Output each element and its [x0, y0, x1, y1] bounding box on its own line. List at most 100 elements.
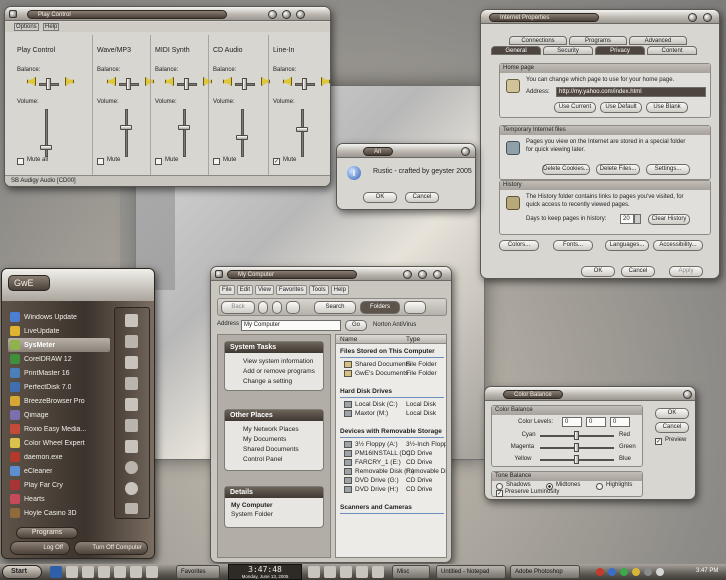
- balance-knob[interactable]: [242, 78, 247, 90]
- maximize-button[interactable]: [282, 10, 291, 19]
- tray-app-icon[interactable]: [340, 566, 352, 578]
- fonts-button[interactable]: Fonts...: [553, 240, 593, 251]
- network-places-link[interactable]: My Network Places: [243, 426, 299, 433]
- start-menu-item[interactable]: eCleaner: [8, 464, 110, 478]
- mute-checkbox[interactable]: [17, 158, 24, 165]
- ok-button[interactable]: OK: [363, 192, 397, 203]
- color-slider-knob[interactable]: [574, 455, 579, 464]
- music-icon[interactable]: [125, 356, 138, 369]
- forward-button[interactable]: [272, 301, 282, 314]
- menu-edit[interactable]: Edit: [236, 285, 254, 295]
- cancel-button[interactable]: Cancel: [621, 266, 655, 277]
- balance-knob[interactable]: [184, 78, 189, 90]
- days-spinner[interactable]: [634, 214, 641, 224]
- ok-button[interactable]: OK: [655, 408, 689, 419]
- volume-track[interactable]: [125, 109, 128, 157]
- menu-file[interactable]: File: [219, 285, 235, 295]
- other-places-header[interactable]: Other Places: [225, 410, 323, 421]
- volume-knob[interactable]: [178, 125, 190, 130]
- tray-app-icon[interactable]: [308, 566, 320, 578]
- tray-app-icon[interactable]: [356, 566, 368, 578]
- task-notepad[interactable]: Untitled - Notepad: [436, 565, 506, 579]
- start-button[interactable]: Start: [2, 565, 42, 579]
- volume-knob[interactable]: [236, 135, 248, 140]
- menu-options[interactable]: Options: [14, 23, 39, 31]
- help-icon[interactable]: [125, 461, 138, 474]
- volume-knob[interactable]: [296, 127, 308, 132]
- shared-documents-link[interactable]: Shared Documents: [243, 446, 299, 453]
- menu-favorites[interactable]: Favorites: [275, 285, 307, 295]
- color-slider-knob[interactable]: [574, 443, 579, 452]
- printers-icon[interactable]: [125, 440, 138, 453]
- up-folder-button[interactable]: [286, 301, 300, 314]
- tray-icon[interactable]: [608, 568, 616, 576]
- use-current-button[interactable]: Use Current: [554, 102, 596, 113]
- tone-radio[interactable]: [496, 483, 503, 490]
- file-name[interactable]: 3½ Floppy (A:): [355, 441, 398, 448]
- file-name[interactable]: GwE's Documents: [355, 370, 408, 377]
- file-name[interactable]: FARCRY_1 (E:): [355, 459, 401, 466]
- preview-checkbox[interactable]: ✓: [655, 438, 662, 445]
- search-button[interactable]: Search: [314, 301, 356, 314]
- file-name[interactable]: Maxtor (M:): [355, 410, 388, 417]
- favorites-toolbar[interactable]: Favorites: [176, 565, 220, 579]
- tab-content[interactable]: Content: [647, 46, 697, 55]
- documents-icon[interactable]: [125, 314, 138, 327]
- minimize-button[interactable]: [268, 10, 277, 19]
- use-default-button[interactable]: Use Default: [600, 102, 642, 113]
- languages-button[interactable]: Languages...: [605, 240, 649, 251]
- file-name[interactable]: Local Disk (C:): [355, 401, 398, 408]
- details-header[interactable]: Details: [225, 487, 323, 498]
- change-setting-link[interactable]: Change a setting: [243, 378, 292, 385]
- quicklaunch-media-icon[interactable]: [114, 566, 126, 578]
- start-menu-item[interactable]: daemon.exe: [8, 450, 110, 464]
- start-menu-item[interactable]: CorelDRAW 12: [8, 352, 110, 366]
- title-bar[interactable]: My Computer: [211, 267, 451, 281]
- clear-history-button[interactable]: Clear History: [648, 214, 690, 225]
- close-button[interactable]: [433, 270, 442, 279]
- go-button[interactable]: Go: [345, 320, 367, 331]
- home-page-address-input[interactable]: http://my.yahoo.com/index.html: [556, 87, 706, 97]
- level-input-3[interactable]: 0: [610, 417, 630, 427]
- close-button[interactable]: [296, 10, 305, 19]
- search-icon[interactable]: [125, 482, 138, 495]
- balance-knob[interactable]: [126, 78, 131, 90]
- start-menu-item[interactable]: PrintMaster 16: [8, 366, 110, 380]
- tab-advanced[interactable]: Advanced: [629, 36, 687, 45]
- volume-track[interactable]: [241, 109, 244, 157]
- column-type[interactable]: Type: [406, 336, 420, 343]
- file-name[interactable]: DVD Drive (G:): [355, 477, 399, 484]
- add-remove-programs-link[interactable]: Add or remove programs: [243, 368, 315, 375]
- color-slider-knob[interactable]: [574, 431, 579, 440]
- quicklaunch-folder-icon[interactable]: [98, 566, 110, 578]
- colors-button[interactable]: Colors...: [499, 240, 539, 251]
- network-icon[interactable]: [125, 398, 138, 411]
- volume-knob[interactable]: [120, 125, 132, 130]
- start-menu-item[interactable]: Roxio Easy Media...: [8, 422, 110, 436]
- task-photoshop[interactable]: Adobe Photoshop: [510, 565, 580, 579]
- folders-button[interactable]: Folders: [360, 301, 400, 314]
- quicklaunch-mail-icon[interactable]: [130, 566, 142, 578]
- settings-button[interactable]: Settings...: [646, 164, 690, 175]
- close-button[interactable]: [683, 390, 692, 399]
- tab-security[interactable]: Security: [543, 46, 593, 55]
- file-name[interactable]: Shared Documents: [355, 361, 411, 368]
- tone-radio[interactable]: [596, 483, 603, 490]
- title-bar[interactable]: Ari: [337, 144, 475, 158]
- tab-privacy[interactable]: Privacy: [595, 46, 645, 55]
- title-bar[interactable]: Color Balance: [485, 387, 695, 401]
- ok-button[interactable]: OK: [581, 266, 615, 277]
- column-name[interactable]: Name: [340, 336, 357, 343]
- control-panel-icon[interactable]: [125, 419, 138, 432]
- cancel-button[interactable]: Cancel: [405, 192, 439, 203]
- mute-checkbox[interactable]: [155, 158, 162, 165]
- menu-tools[interactable]: Tools: [308, 285, 329, 295]
- log-off-button[interactable]: Log Off: [10, 541, 70, 555]
- start-menu-item[interactable]: Color Wheel Expert: [8, 436, 110, 450]
- balance-knob[interactable]: [46, 78, 51, 90]
- preserve-luminosity-checkbox[interactable]: ✓: [496, 490, 503, 497]
- quicklaunch-photo-icon[interactable]: [146, 566, 158, 578]
- level-input-1[interactable]: 0: [562, 417, 582, 427]
- volume-knob[interactable]: [40, 145, 52, 150]
- file-name[interactable]: PM16INSTALL (D:): [355, 450, 410, 457]
